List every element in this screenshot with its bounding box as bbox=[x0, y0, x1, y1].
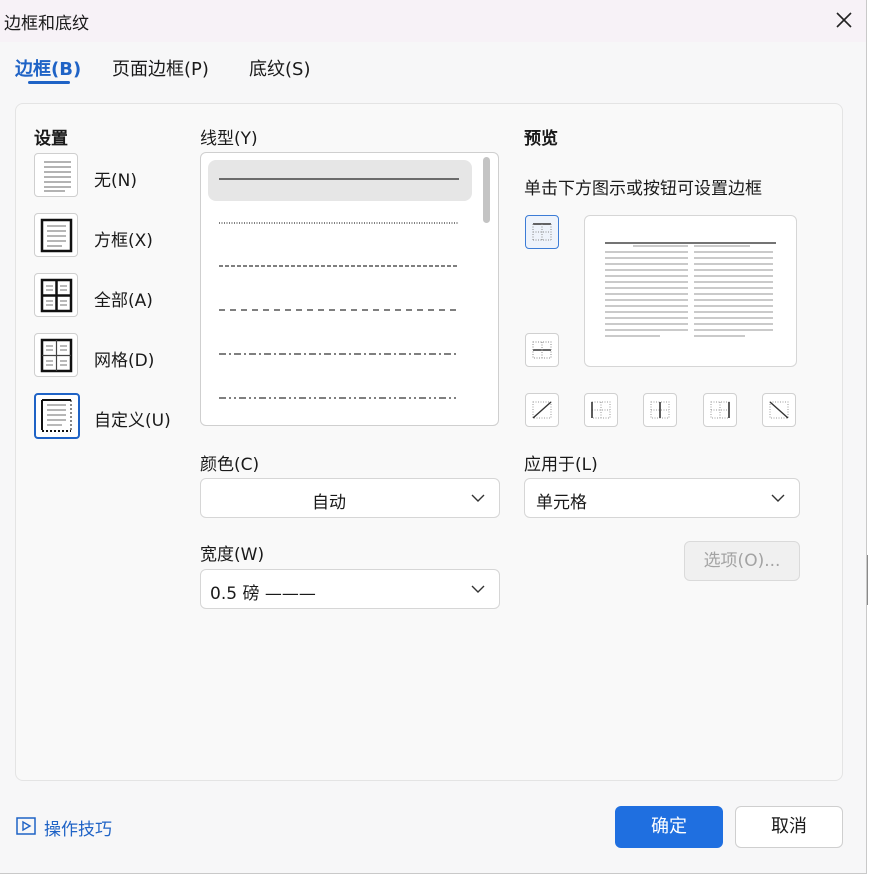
line-style-options[interactable] bbox=[201, 153, 481, 425]
background-window-edge bbox=[867, 555, 868, 605]
none-border-icon[interactable] bbox=[34, 153, 78, 197]
grid-border-icon[interactable] bbox=[34, 333, 78, 377]
line-style-label: 线型(Y) bbox=[200, 129, 258, 149]
diagonal-up-icon bbox=[532, 401, 552, 419]
tab-page-border[interactable]: 页面边框(P) bbox=[112, 55, 209, 81]
apply-to-dropdown[interactable]: 单元格 bbox=[524, 478, 800, 518]
preview-heading: 预览 bbox=[524, 129, 558, 149]
tab-bar: 边框(B) 页面边框(P) 底纹(S) bbox=[0, 42, 866, 92]
color-value: 自动 bbox=[312, 493, 346, 513]
box-border-icon[interactable] bbox=[34, 213, 78, 257]
settings-heading: 设置 bbox=[34, 129, 68, 149]
top-border-button[interactable] bbox=[525, 215, 559, 249]
close-icon[interactable] bbox=[830, 6, 858, 34]
left-border-button[interactable] bbox=[584, 393, 618, 427]
dialog-title: 边框和底纹 bbox=[4, 14, 89, 34]
border-preview[interactable] bbox=[584, 215, 797, 367]
ok-button[interactable]: 确定 bbox=[615, 806, 723, 848]
all-border-icon[interactable] bbox=[34, 273, 78, 317]
chevron-down-icon bbox=[771, 494, 785, 502]
inside-vertical-border-button[interactable] bbox=[643, 393, 677, 427]
setting-box-label[interactable]: 方框(X) bbox=[94, 226, 153, 251]
preview-diagram[interactable] bbox=[585, 216, 796, 366]
line-style-list[interactable] bbox=[200, 152, 499, 426]
right-border-icon bbox=[710, 401, 730, 419]
play-tips-icon[interactable] bbox=[16, 817, 36, 835]
chevron-down-icon bbox=[471, 494, 485, 502]
diagonal-down-icon bbox=[769, 401, 789, 419]
line-style-scrollbar[interactable] bbox=[483, 157, 490, 223]
inside-vertical-border-icon bbox=[650, 401, 670, 419]
setting-none-label[interactable]: 无(N) bbox=[94, 166, 137, 191]
custom-border-icon[interactable] bbox=[34, 393, 80, 439]
setting-custom-label[interactable]: 自定义(U) bbox=[94, 406, 171, 431]
cancel-button[interactable]: 取消 bbox=[735, 806, 843, 848]
diagonal-down-border-button[interactable] bbox=[762, 393, 796, 427]
apply-to-value: 单元格 bbox=[536, 493, 587, 513]
preview-hint: 单击下方图示或按钮可设置边框 bbox=[524, 179, 762, 199]
tab-borders[interactable]: 边框(B) bbox=[15, 55, 81, 81]
setting-all-label[interactable]: 全部(A) bbox=[94, 286, 153, 311]
left-border-icon bbox=[591, 401, 611, 419]
width-dropdown[interactable]: 0.5 磅 ——— bbox=[200, 569, 500, 609]
options-button[interactable]: 选项(O)... bbox=[684, 541, 800, 581]
width-label: 宽度(W) bbox=[200, 545, 265, 565]
tips-link[interactable]: 操作技巧 bbox=[44, 815, 112, 840]
title-bar: 边框和底纹 bbox=[0, 0, 866, 42]
diagonal-up-border-button[interactable] bbox=[525, 393, 559, 427]
inside-horizontal-border-icon bbox=[532, 341, 552, 359]
color-dropdown[interactable]: 自动 bbox=[200, 478, 500, 518]
tab-shading[interactable]: 底纹(S) bbox=[249, 55, 310, 81]
color-label: 颜色(C) bbox=[200, 455, 260, 475]
apply-to-label: 应用于(L) bbox=[524, 455, 598, 475]
setting-grid-label[interactable]: 网格(D) bbox=[94, 346, 154, 371]
right-border-button[interactable] bbox=[703, 393, 737, 427]
chevron-down-icon bbox=[471, 585, 485, 593]
borders-and-shading-dialog: 边框和底纹 边框(B) 页面边框(P) 底纹(S) 设置 无(N) 方框(X) … bbox=[0, 0, 867, 874]
top-border-icon bbox=[532, 223, 552, 241]
inside-horizontal-border-button[interactable] bbox=[525, 333, 559, 367]
active-tab-indicator bbox=[28, 81, 70, 84]
width-value: 0.5 磅 ——— bbox=[210, 584, 316, 604]
